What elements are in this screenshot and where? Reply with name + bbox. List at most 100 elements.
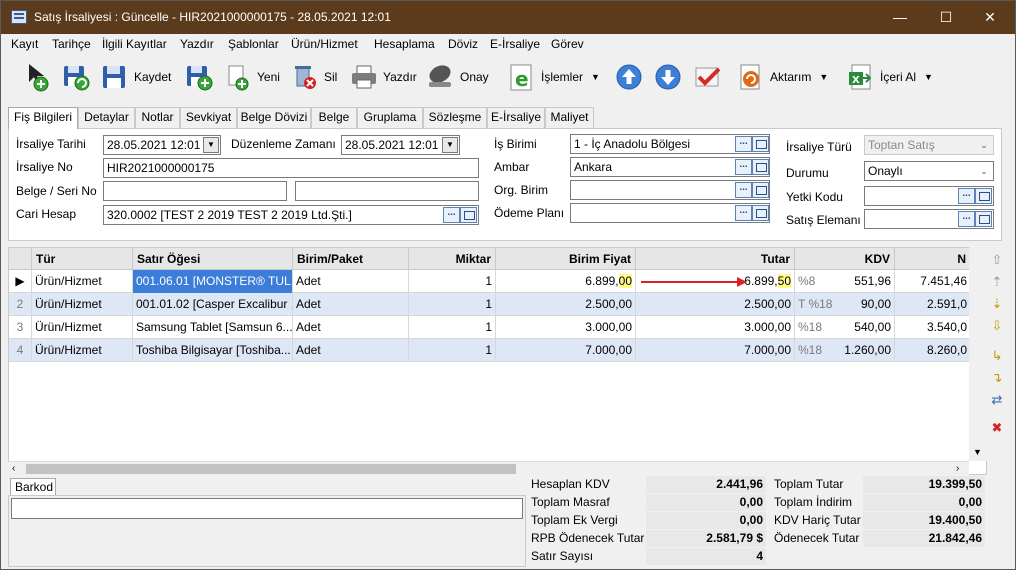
ambar-field[interactable]: Ankara ...	[570, 157, 770, 177]
cell-kdv[interactable]: 551,96	[835, 270, 895, 293]
satis-elemani-field[interactable]: ...	[864, 209, 994, 229]
table-row[interactable]: 3 Ürün/Hizmet Samsung Tablet [Samsun 6..…	[9, 316, 986, 339]
move-down-icon[interactable]: ⇣	[990, 297, 1004, 311]
barkod-input[interactable]	[11, 498, 523, 519]
column-header-tutar[interactable]: Tutar	[636, 248, 795, 270]
menu-gorev[interactable]: Görev	[551, 37, 584, 51]
column-header-net[interactable]: N	[895, 248, 971, 270]
copy-row-icon[interactable]: ⇄	[990, 393, 1004, 407]
check-button[interactable]	[693, 60, 723, 94]
menu-e-irsaliye[interactable]: E-İrsaliye	[490, 37, 540, 51]
menu-yazdir[interactable]: Yazdır	[180, 37, 214, 51]
grid-vertical-scrollbar[interactable]: ▼	[969, 247, 987, 461]
save-button[interactable]: Kaydet	[100, 60, 171, 94]
satis-elemani-form-icon[interactable]	[975, 211, 992, 227]
irsaliye-tarihi-dropdown-icon[interactable]: ▼	[203, 137, 219, 153]
ambar-lookup-icon[interactable]: ...	[735, 159, 752, 175]
cell-satir-ogesi[interactable]: Toshiba Bilgisayar [Toshiba...	[133, 339, 293, 362]
is-birimi-lookup-icon[interactable]: ...	[735, 136, 752, 152]
cell-tutar[interactable]: 7.000,00	[636, 339, 795, 362]
cell-kdv[interactable]: 1.260,00	[835, 339, 895, 362]
new-button[interactable]: Yeni	[223, 60, 280, 94]
operations-button[interactable]: e İşlemler ▼	[507, 60, 600, 94]
transfer-button[interactable]: Aktarım ▼	[736, 60, 828, 94]
scroll-down-icon[interactable]: ▼	[973, 447, 982, 457]
cell-birim-fiyat[interactable]: 3.000,00	[496, 316, 636, 339]
cell-net[interactable]: 7.451,46	[895, 270, 971, 293]
tab-sozlesme[interactable]: Sözleşme	[423, 107, 487, 128]
tab-maliyet[interactable]: Maliyet	[545, 107, 594, 128]
save-refresh-button[interactable]	[61, 60, 91, 94]
duzenleme-zamani-dropdown-icon[interactable]: ▼	[442, 137, 458, 153]
column-header-tur[interactable]: Tür	[32, 248, 133, 270]
move-up-icon[interactable]: ⇡	[990, 275, 1004, 289]
add-row-icon[interactable]: ↴	[990, 371, 1004, 385]
cell-kdv-rate[interactable]: %8	[795, 270, 835, 293]
tab-belge[interactable]: Belge	[311, 107, 357, 128]
odeme-plani-field[interactable]: ...	[570, 203, 770, 223]
cell-birim-fiyat[interactable]: 2.500,00	[496, 293, 636, 316]
cell-satir-ogesi[interactable]: 001.06.01 [MONSTER® TUL...	[133, 270, 293, 293]
duzenleme-zamani-field[interactable]: 28.05.2021 12:01 ▼	[341, 135, 460, 155]
close-button[interactable]: ✕	[967, 1, 1013, 34]
cell-tutar[interactable]: 3.000,00	[636, 316, 795, 339]
satis-elemani-lookup-icon[interactable]: ...	[958, 211, 975, 227]
cell-birim[interactable]: Adet	[293, 316, 409, 339]
move-up-button[interactable]	[614, 60, 644, 94]
cell-birim-fiyat[interactable]: 6.899,00	[496, 270, 636, 293]
yetki-kodu-lookup-icon[interactable]: ...	[958, 188, 975, 204]
cell-tur[interactable]: Ürün/Hizmet	[32, 270, 133, 293]
cell-miktar[interactable]: 1	[409, 316, 496, 339]
print-button[interactable]: Yazdır	[349, 60, 417, 94]
menu-sablonlar[interactable]: Şablonlar	[228, 37, 279, 51]
menu-kayit[interactable]: Kayıt	[11, 37, 38, 51]
import-dropdown-icon[interactable]: ▼	[924, 72, 933, 82]
table-row[interactable]: ▶ Ürün/Hizmet 001.06.01 [MONSTER® TUL...…	[9, 270, 986, 293]
tab-belge-dovizi[interactable]: Belge Dövizi	[237, 107, 311, 128]
delete-row-icon[interactable]: ✖	[990, 421, 1004, 435]
belge-no-field[interactable]	[103, 181, 287, 201]
tab-e-irsaliye[interactable]: E-İrsaliye	[487, 107, 545, 128]
is-birimi-field[interactable]: 1 - İç Anadolu Bölgesi ...	[570, 134, 770, 154]
tab-sevkiyat[interactable]: Sevkiyat	[180, 107, 237, 128]
new-record-button[interactable]	[23, 60, 53, 94]
odeme-plani-form-icon[interactable]	[752, 205, 769, 221]
import-button[interactable]: X İçeri Al ▼	[846, 60, 933, 94]
scroll-left-icon[interactable]: ‹	[12, 463, 15, 474]
cell-net[interactable]: 8.260,0	[895, 339, 971, 362]
insert-row-icon[interactable]: ↳	[990, 349, 1004, 363]
column-header-birim-fiyat[interactable]: Birim Fiyat	[496, 248, 636, 270]
save-new-button[interactable]	[184, 60, 214, 94]
menu-doviz[interactable]: Döviz	[448, 37, 478, 51]
cell-kdv[interactable]: 90,00	[835, 293, 895, 316]
menu-urun-hizmet[interactable]: Ürün/Hizmet	[291, 37, 358, 51]
tab-detaylar[interactable]: Detaylar	[78, 107, 135, 128]
cell-net[interactable]: 2.591,0	[895, 293, 971, 316]
cell-tur[interactable]: Ürün/Hizmet	[32, 316, 133, 339]
tab-fis-bilgileri[interactable]: Fiş Bilgileri	[8, 107, 78, 129]
org-birim-form-icon[interactable]	[752, 182, 769, 198]
column-header-miktar[interactable]: Miktar	[409, 248, 496, 270]
cell-tutar[interactable]: 2.500,00	[636, 293, 795, 316]
delete-button[interactable]: Sil	[290, 60, 337, 94]
cell-birim[interactable]: Adet	[293, 339, 409, 362]
cell-kdv[interactable]: 540,00	[835, 316, 895, 339]
transfer-dropdown-icon[interactable]: ▼	[819, 72, 828, 82]
column-header-satir-ogesi[interactable]: Satır Öğesi	[133, 248, 293, 270]
durumu-select[interactable]: Onaylı ⌄	[864, 161, 994, 181]
cari-hesap-field[interactable]: 320.0002 [TEST 2 2019 TEST 2 2019 Ltd.Şt…	[103, 205, 479, 225]
move-top-icon[interactable]: ⇧	[990, 253, 1004, 267]
durumu-chevron-icon[interactable]: ⌄	[977, 164, 991, 178]
cari-hesap-form-icon[interactable]	[460, 207, 477, 223]
org-birim-lookup-icon[interactable]: ...	[735, 182, 752, 198]
menu-tarihce[interactable]: Tarihçe	[52, 37, 91, 51]
cell-miktar[interactable]: 1	[409, 270, 496, 293]
cell-birim-fiyat[interactable]: 7.000,00	[496, 339, 636, 362]
move-down-button[interactable]	[653, 60, 683, 94]
horizontal-scroll-thumb[interactable]	[26, 464, 516, 474]
approve-button[interactable]: Onay	[426, 60, 489, 94]
column-header-birim-paket[interactable]: Birim/Paket	[293, 248, 409, 270]
maximize-button[interactable]: ☐	[923, 1, 969, 34]
cell-kdv-rate[interactable]: T %18	[795, 293, 835, 316]
table-row[interactable]: 4 Ürün/Hizmet Toshiba Bilgisayar [Toshib…	[9, 339, 986, 362]
